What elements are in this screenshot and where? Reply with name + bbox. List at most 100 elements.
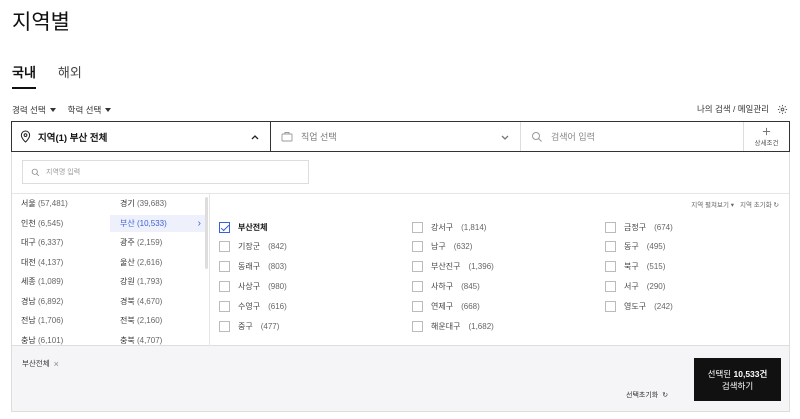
- chevron-down-icon: [501, 135, 509, 140]
- district-sasang[interactable]: 사상구 (980): [219, 281, 287, 292]
- chevron-right-icon: ›: [197, 218, 201, 229]
- checkbox[interactable]: [219, 281, 230, 292]
- keyword-input[interactable]: 검색어 입력: [521, 122, 744, 151]
- province-daejeon[interactable]: 대전 (4,137): [21, 254, 63, 271]
- search-icon: [532, 131, 542, 142]
- search-button-count-line: 선택된 10,533건: [707, 368, 768, 379]
- province-incheon[interactable]: 인천 (6,545): [21, 215, 63, 232]
- checkbox[interactable]: [412, 261, 423, 272]
- province-list: 서울 (57,481) 경기 (39,683) 인천 (6,545) 부산 (1…: [12, 194, 209, 346]
- province-gyeongbuk[interactable]: 경북 (4,670): [120, 293, 162, 310]
- search-button[interactable]: 선택된 10,533건 검색하기: [694, 358, 781, 401]
- district-yeongdo[interactable]: 영도구 (242): [605, 301, 673, 312]
- detail-conditions-label: 상세조건: [754, 139, 779, 147]
- checkbox[interactable]: [605, 241, 616, 252]
- detail-conditions-button[interactable]: 상세조건: [744, 122, 789, 151]
- province-seoul[interactable]: 서울 (57,481): [21, 195, 68, 212]
- province-gwangju[interactable]: 광주 (2,159): [120, 234, 162, 251]
- district-gangseo[interactable]: 강서구 (1,814): [412, 222, 486, 233]
- chevron-up-icon: [251, 135, 259, 140]
- district-jung[interactable]: 중구 (477): [219, 321, 279, 332]
- district-suyeong[interactable]: 수영구 (616): [219, 301, 287, 312]
- right-tools: 나의 검색 / 메일관리: [697, 103, 788, 115]
- education-filter-label: 학력 선택: [67, 105, 102, 115]
- district-yeonje[interactable]: 연제구 (668): [412, 301, 480, 312]
- province-scrollbar[interactable]: [205, 197, 208, 269]
- caret-down-icon: [49, 108, 56, 112]
- region-selector[interactable]: 지역(1) 부산 전체: [12, 122, 271, 151]
- district-dongnae[interactable]: 동래구 (803): [219, 261, 287, 272]
- keyword-placeholder: 검색어 입력: [551, 132, 595, 142]
- selected-chip: 부산전체 ×: [22, 358, 59, 369]
- search-button-label: 검색하기: [721, 380, 754, 391]
- my-search-link[interactable]: 나의 검색 / 메일관리: [697, 103, 769, 115]
- province-chungnam[interactable]: 충남 (6,101): [21, 332, 63, 346]
- district-saha[interactable]: 사하구 (845): [412, 281, 480, 292]
- briefcase-icon: [281, 132, 293, 142]
- province-gangwon[interactable]: 강원 (1,793): [120, 273, 162, 290]
- district-nam[interactable]: 남구 (632): [412, 241, 472, 252]
- province-busan[interactable]: 부산 (10,533) ›: [110, 215, 205, 232]
- sub-tools: 지역 펼쳐보기 ▾ 지역 초기화 ↻: [691, 199, 779, 209]
- selection-bar: 부산전체 × 선택초기화 ↻: [11, 346, 790, 412]
- divider: [209, 194, 210, 346]
- region-search-input[interactable]: 지역명 입력: [22, 160, 309, 184]
- checkbox[interactable]: [412, 241, 423, 252]
- district-geumjeong[interactable]: 금정구 (674): [605, 222, 673, 233]
- checkbox[interactable]: [412, 301, 423, 312]
- reset-regions-link[interactable]: 지역 초기화 ↻: [740, 199, 779, 209]
- checkbox[interactable]: [412, 321, 423, 332]
- province-gyeongnam[interactable]: 경남 (6,892): [21, 293, 63, 310]
- province-sejong[interactable]: 세종 (1,089): [21, 273, 63, 290]
- gear-icon[interactable]: [777, 104, 788, 115]
- career-filter[interactable]: 경력 선택: [12, 104, 56, 116]
- tab-overseas[interactable]: 해외: [58, 62, 82, 89]
- refresh-icon: ↻: [662, 392, 669, 399]
- province-jeonbuk[interactable]: 전북 (2,160): [120, 312, 162, 329]
- province-ulsan[interactable]: 울산 (2,616): [120, 254, 162, 271]
- district-gijang[interactable]: 기장군 (842): [219, 241, 287, 252]
- district-haeundae[interactable]: 해운대구 (1,682): [412, 321, 494, 332]
- province-gyeonggi[interactable]: 경기 (39,683): [120, 195, 167, 212]
- education-filter[interactable]: 학력 선택: [68, 104, 112, 116]
- checkbox[interactable]: [605, 222, 616, 233]
- checkbox[interactable]: [219, 301, 230, 312]
- district-busanjin[interactable]: 부산진구 (1,396): [412, 261, 494, 272]
- search-icon: [31, 168, 40, 176]
- region-search-placeholder: 지역명 입력: [46, 169, 81, 176]
- district-dong[interactable]: 동구 (495): [605, 241, 665, 252]
- job-selector[interactable]: 직업 선택: [271, 122, 521, 151]
- checkbox[interactable]: [605, 301, 616, 312]
- reset-selection-button[interactable]: 선택초기화 ↻: [626, 390, 668, 400]
- location-pin-icon: [20, 130, 31, 143]
- reset-selection-label: 선택초기화: [626, 392, 659, 399]
- expand-regions-link[interactable]: 지역 펼쳐보기 ▾: [691, 199, 734, 209]
- search-bar: 지역(1) 부산 전체 직업 선택 검색어 입력 상세조건: [11, 121, 790, 152]
- checkbox[interactable]: [219, 321, 230, 332]
- district-seo[interactable]: 서구 (290): [605, 281, 665, 292]
- checkbox[interactable]: [412, 222, 423, 233]
- filter-bar: 경력 선택 학력 선택: [12, 104, 112, 116]
- close-icon[interactable]: ×: [54, 359, 59, 369]
- region-panel: 지역명 입력 서울 (57,481) 경기 (39,683) 인천 (6,545…: [11, 152, 790, 346]
- province-daegu[interactable]: 대구 (6,337): [21, 234, 63, 251]
- caret-down-icon: [105, 108, 112, 112]
- checkbox[interactable]: [412, 281, 423, 292]
- checkbox[interactable]: [219, 241, 230, 252]
- region-selector-label: 지역(1) 부산 전체: [38, 132, 108, 144]
- checkbox[interactable]: [605, 281, 616, 292]
- district-busan-all[interactable]: 부산전체: [219, 222, 267, 233]
- region-tabs: 국내 해외: [12, 62, 82, 89]
- checkbox[interactable]: [219, 261, 230, 272]
- tab-domestic[interactable]: 국내: [12, 62, 36, 89]
- page-title: 지역별: [12, 11, 70, 34]
- checkbox[interactable]: [605, 261, 616, 272]
- career-filter-label: 경력 선택: [12, 105, 46, 115]
- province-chungbuk[interactable]: 충북 (4,707): [120, 332, 162, 346]
- job-selector-label: 직업 선택: [301, 132, 337, 142]
- province-jeonnam[interactable]: 전남 (1,706): [21, 312, 63, 329]
- district-buk[interactable]: 북구 (515): [605, 261, 665, 272]
- checkbox[interactable]: [219, 222, 230, 233]
- selected-chip-label: 부산전체: [22, 359, 50, 368]
- plus-icon: [762, 127, 771, 135]
